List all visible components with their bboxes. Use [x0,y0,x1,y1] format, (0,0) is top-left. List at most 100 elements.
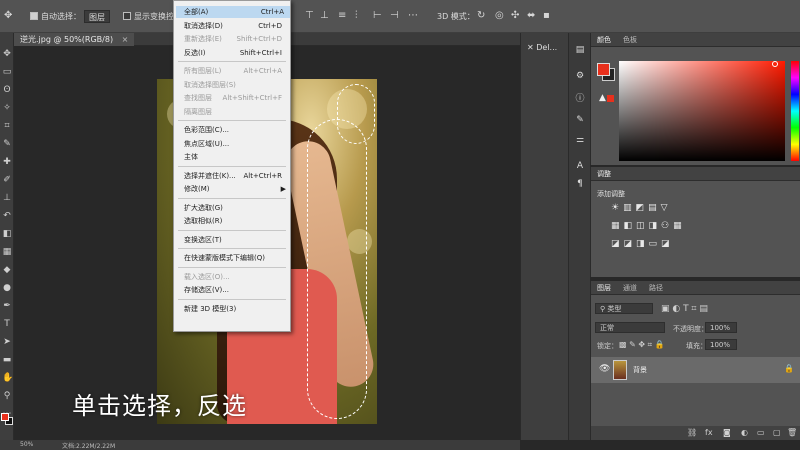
select-menu-item[interactable]: 在快速蒙版模式下编辑(Q) [184,252,288,264]
menu-item-shortcut: Ctrl+A [260,8,284,16]
select-menu-item[interactable]: 取消选择(D) Ctrl+D [184,20,288,32]
delete-layer-icon[interactable]: 🗑 [787,428,797,437]
select-menu-item[interactable]: 选择并遮住(K)... Alt+Ctrl+R [184,170,288,182]
adjustment-row-1[interactable]: ☀▥◩▤▽ [611,203,672,213]
select-menu-item[interactable]: 选取相似(R) [184,215,288,227]
roll-3d-icon[interactable]: ◎ [495,10,504,21]
opacity-input[interactable]: 100% [705,322,737,333]
tab-adjustments[interactable]: 调整 [597,169,611,179]
visibility-eye-icon[interactable]: 👁 [599,364,610,374]
layer-name[interactable]: 背景 [633,365,647,375]
brush-settings-icon[interactable]: ✎ [574,115,586,127]
paragraph-icon[interactable]: ¶ [574,179,586,191]
hue-slider[interactable] [791,61,799,161]
tab-swatches[interactable]: 色板 [623,35,637,45]
new-group-icon[interactable]: ▭ [757,428,765,437]
character-icon[interactable]: A [574,161,586,173]
pen-icon[interactable]: ✒ [2,301,12,311]
gamut-color-chip[interactable] [607,95,614,102]
tab-color[interactable]: 颜色 [597,35,611,45]
align-left-icon[interactable]: ⊢ [373,10,382,21]
select-menu-item: 重新选择(E) Shift+Ctrl+D [184,33,288,45]
path-select-icon[interactable]: ➤ [2,337,12,347]
actions-icon[interactable]: ⚙ [574,71,586,83]
orbit-3d-icon[interactable]: ↻ [477,10,485,21]
select-menu-item[interactable]: 修改(M) ▶ [184,183,288,195]
lock-icons[interactable]: ▩ ✎ ✥ ⌗ 🔒 [619,340,665,350]
auto-select-dropdown[interactable]: 图层 [84,10,110,23]
move-tool-icon[interactable]: ✥ [4,10,12,21]
tab-layers[interactable]: 图层 [597,283,611,293]
layer-lock-icon[interactable]: 🔒 [784,364,794,373]
eraser-icon[interactable]: ◧ [2,229,12,239]
eyedropper-icon[interactable]: ✎ [2,139,12,149]
tab-channels[interactable]: 通道 [623,283,637,293]
lasso-icon[interactable]: ʘ [2,85,12,95]
align-right-icon[interactable]: ⊣ [390,10,399,21]
move-icon[interactable]: ✥ [2,49,12,59]
marquee-icon[interactable]: ▭ [2,67,12,77]
pan-3d-icon[interactable]: ✣ [511,10,519,21]
more-options-icon[interactable]: ⋯ [408,10,418,21]
adjustments-icon[interactable]: ⚌ [574,135,586,147]
add-adjustment-label: 添加调整 [597,190,625,198]
scale-3d-icon[interactable]: ▪ [543,10,550,21]
distribute-icon[interactable]: ≡ [338,10,346,21]
add-mask-icon[interactable]: ◙ [723,428,731,437]
gradient-icon[interactable]: ▦ [2,247,12,257]
document-info[interactable]: 文档:2.22M/2.22M [62,441,115,450]
gamut-warning-icon[interactable]: ▲ [599,93,606,103]
zoom-level[interactable]: 50% [20,441,33,448]
dodge-icon[interactable]: ● [2,283,12,293]
layer-filter-select[interactable]: ⚲ 类型 [595,303,653,314]
close-tab-icon[interactable]: × [122,35,129,44]
tab-paths[interactable]: 路径 [649,283,663,293]
shape-icon[interactable]: ▬ [2,355,12,365]
select-menu-item: 所有图层(L) Alt+Ctrl+A [184,65,288,77]
zoom-icon[interactable]: ⚲ [2,391,12,401]
fill-input[interactable]: 100% [705,339,737,350]
blur-icon[interactable]: ◆ [2,265,12,275]
slide-3d-icon[interactable]: ⬌ [527,10,535,21]
blend-mode-select[interactable]: 正常 [595,322,665,333]
layer-style-icon[interactable]: fx [705,428,713,437]
select-menu-item[interactable]: 存储选区(V)... [184,284,288,296]
distribute-v-icon[interactable]: ⫶ [355,10,358,21]
select-menu-item[interactable]: 焦点区域(U)... [184,138,288,150]
info-icon[interactable]: ⓘ [574,91,586,104]
healing-icon[interactable]: ✚ [2,157,12,167]
auto-select-checkbox[interactable] [30,12,38,20]
select-menu-item[interactable]: 全部(A) Ctrl+A [176,6,290,18]
crop-icon[interactable]: ⌗ [2,121,12,131]
new-layer-icon[interactable]: ▢ [773,428,781,437]
adjustment-row-3[interactable]: ◪◪◨▭◪ [611,239,674,249]
color-picker-ring[interactable] [772,61,778,67]
history-icon[interactable]: ▤ [574,45,586,57]
magic-wand-icon[interactable]: ✧ [2,103,12,113]
select-menu-item[interactable]: 色彩范围(C)... [184,124,288,136]
select-menu-item[interactable]: 变换选区(T) [184,234,288,246]
menu-item-label: 选取相似(R) [184,217,223,225]
layer-filter-icons[interactable]: ▣ ◐ T ⌗ ▤ [661,304,708,314]
type-icon[interactable]: T [2,319,12,329]
show-transform-checkbox[interactable] [123,12,131,20]
document-tab[interactable]: 逆光.jpg @ 50%(RGB/8) × [14,33,135,46]
stamp-icon[interactable]: ⊥ [2,193,12,203]
link-layers-icon[interactable]: ⛓ [687,428,697,437]
color-picker-field[interactable] [619,61,785,161]
select-menu-item[interactable]: 反选(I) Shift+Ctrl+I [184,47,288,59]
brush-icon[interactable]: ✐ [2,175,12,185]
select-menu-item[interactable]: 主体 [184,151,288,163]
select-menu-item[interactable]: 新建 3D 模型(3) [184,303,288,315]
color-foreground-swatch[interactable] [597,63,610,76]
select-menu-item[interactable]: 扩大选取(G) [184,202,288,214]
adjustment-row-2[interactable]: ▦◧◫◨⚇▦ [611,221,686,231]
align-middle-icon[interactable]: ⊥ [320,10,329,21]
hand-icon[interactable]: ✋ [2,373,13,383]
layer-row-background[interactable]: 👁 背景 🔒 [591,357,800,383]
new-adjustment-icon[interactable]: ◐ [741,428,748,437]
history-brush-icon[interactable]: ↶ [2,211,12,221]
align-icon[interactable]: ⊤ [305,10,314,21]
foreground-color-swatch[interactable] [1,413,9,421]
delete-tile[interactable]: ✕ Del... [527,43,557,52]
